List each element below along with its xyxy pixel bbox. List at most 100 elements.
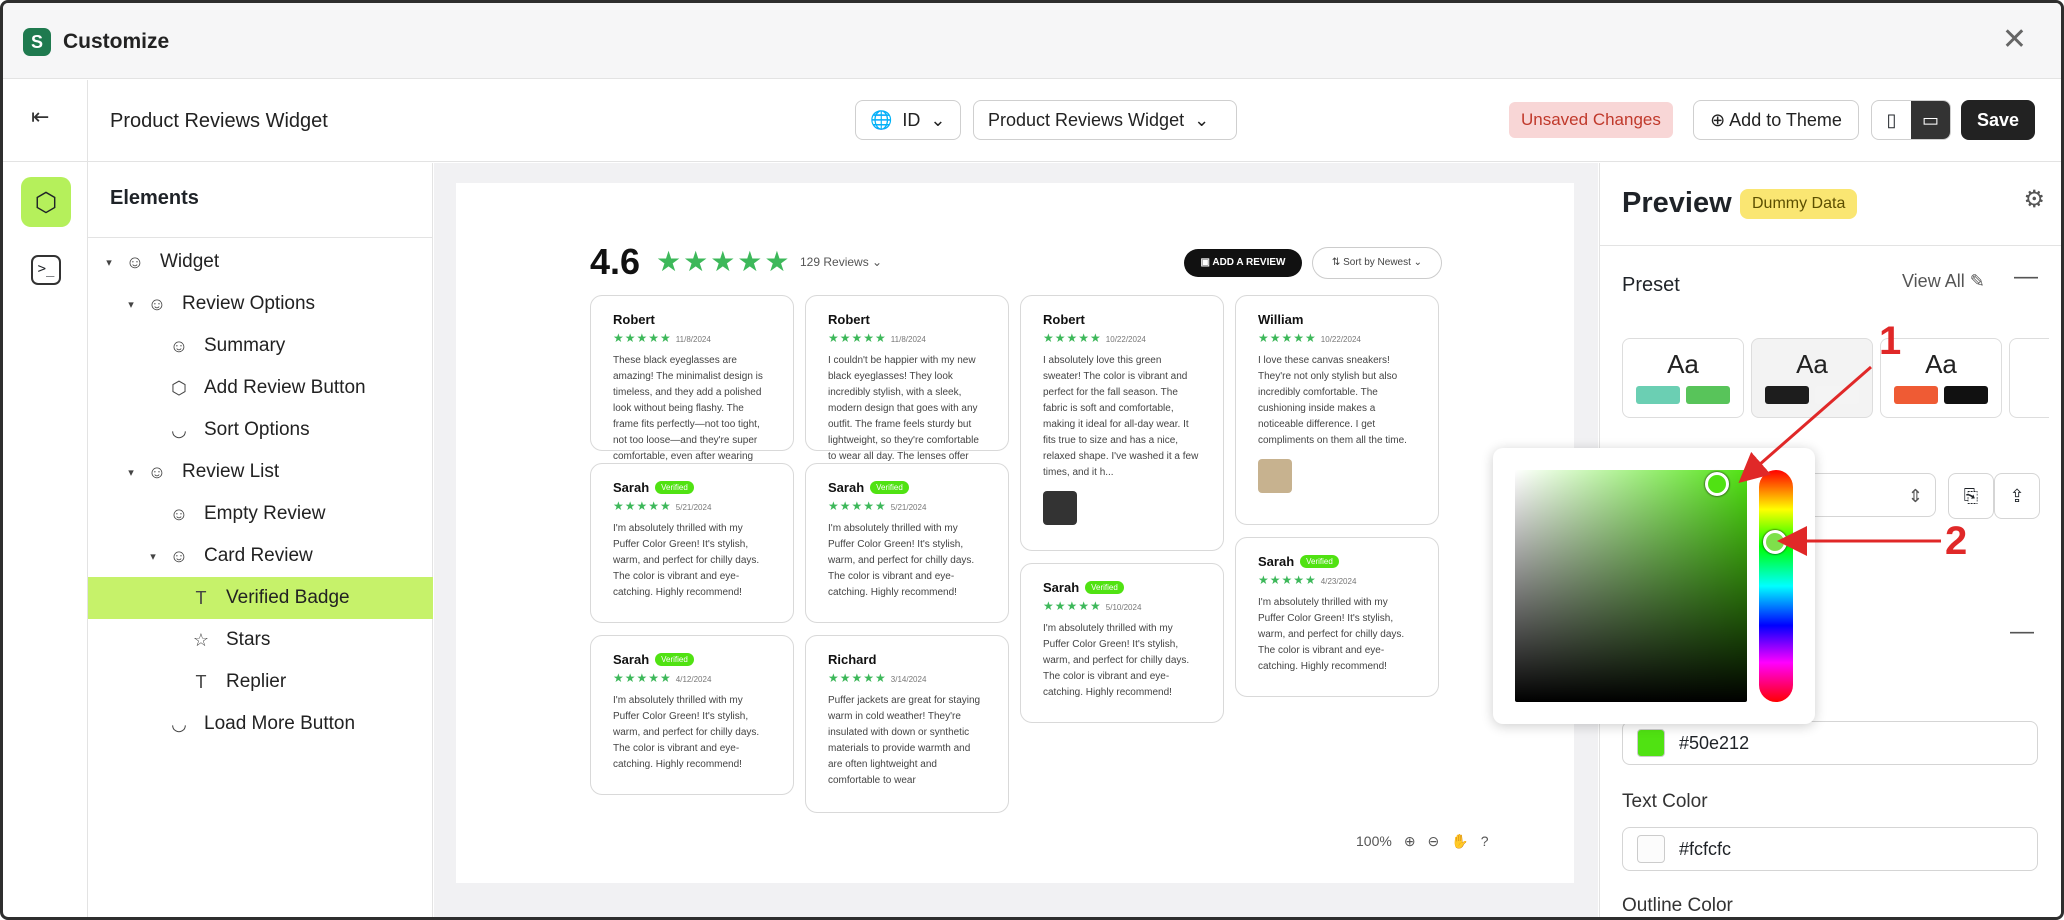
review-text: I'm absolutely thrilled with my Puffer C… bbox=[1043, 623, 1190, 698]
rating-stars: ★★★★★ bbox=[656, 246, 792, 277]
app-title: Customize bbox=[63, 30, 170, 53]
caret-icon[interactable]: ▾ bbox=[146, 550, 160, 563]
tree-item-card-review[interactable]: ▾ ☺ Card Review bbox=[88, 535, 433, 577]
reviewer-name: Sarah Verified bbox=[613, 652, 771, 667]
caret-icon[interactable]: ▾ bbox=[124, 466, 138, 479]
review-count-label: 129 Reviews bbox=[800, 255, 869, 269]
container-icon: ◡ bbox=[171, 714, 187, 734]
review-card: Robert ★★★★★ 11/8/2024 These black eyegla… bbox=[590, 295, 794, 478]
annotation-1: 1 bbox=[1879, 319, 1902, 363]
outline-color-label: Outline Color bbox=[1622, 895, 1733, 916]
device-toggle: ▯ ▭ bbox=[1871, 100, 1951, 140]
tree-label: Replier bbox=[226, 671, 287, 692]
language-select[interactable]: 🌐 ID ⌄ bbox=[855, 100, 961, 140]
review-date: 5/10/2024 bbox=[1105, 603, 1142, 612]
sort-select[interactable]: ⇅ Sort by Newest ⌄ bbox=[1312, 247, 1442, 279]
tree-item-review-list[interactable]: ▾ ☺ Review List bbox=[88, 451, 433, 493]
background-color-field[interactable]: #50e212 bbox=[1622, 721, 2038, 765]
elements-cube-icon[interactable]: ⬡ bbox=[21, 177, 71, 227]
review-text: Puffer jackets are great for staying war… bbox=[828, 695, 981, 786]
tree-label: Verified Badge bbox=[226, 587, 350, 608]
tree-item-widget[interactable]: ▾ ☺ Widget bbox=[88, 241, 433, 283]
tree-label: Card Review bbox=[204, 545, 313, 566]
widget-title: Product Reviews Widget bbox=[110, 110, 328, 132]
review-date: 4/12/2024 bbox=[675, 675, 712, 684]
review-count[interactable]: 129 Reviews ⌄ bbox=[800, 255, 882, 269]
tree-item-review-options[interactable]: ▾ ☺ Review Options bbox=[88, 283, 433, 325]
reviewer-name-text: Sarah bbox=[613, 652, 650, 667]
mobile-icon[interactable]: ▯ bbox=[1872, 101, 1911, 139]
widget-preview: 4.6 ★★★★★ 129 Reviews ⌄ ▣ ADD A REVIEW ⇅… bbox=[456, 183, 1574, 883]
tree-label: Widget bbox=[160, 251, 220, 272]
tree-label: Stars bbox=[226, 629, 271, 650]
review-text: I couldn't be happier with my new black … bbox=[828, 355, 979, 478]
hue-handle[interactable] bbox=[1763, 530, 1787, 554]
desktop-icon[interactable]: ▭ bbox=[1911, 101, 1950, 139]
review-card: Sarah Verified ★★★★★ 4/23/2024 I'm absolut… bbox=[1235, 537, 1439, 697]
preset-card[interactable] bbox=[2009, 338, 2049, 418]
saturation-handle[interactable] bbox=[1705, 472, 1729, 496]
reviewer-name: Robert bbox=[828, 312, 870, 327]
close-icon[interactable]: ✕ bbox=[2002, 25, 2027, 55]
star-icon: ☆ bbox=[192, 630, 210, 650]
hue-slider[interactable] bbox=[1759, 470, 1793, 702]
tree-item-add-review-button[interactable]: ⬡ Add Review Button bbox=[88, 367, 433, 409]
app-window: S Customize ✕ ⇤ Product Reviews Widget 🌐… bbox=[0, 0, 2064, 920]
zoom-out-icon[interactable]: ⊖ bbox=[1428, 833, 1440, 850]
saturation-area[interactable] bbox=[1515, 470, 1747, 702]
tree-label: Sort Options bbox=[204, 419, 310, 440]
caret-icon[interactable]: ▾ bbox=[102, 256, 116, 269]
widget-icon: ☺ bbox=[147, 294, 167, 314]
tree-item-empty-review[interactable]: ☺ Empty Review bbox=[88, 493, 433, 535]
tree-item-load-more-button[interactable]: ◡ Load More Button bbox=[88, 703, 433, 745]
add-review-button[interactable]: ▣ ADD A REVIEW bbox=[1184, 249, 1302, 277]
export-icon[interactable]: ⇪ bbox=[1994, 473, 2040, 519]
hand-icon[interactable]: ✋ bbox=[1451, 833, 1468, 850]
caret-icon[interactable]: ▾ bbox=[124, 298, 138, 311]
collapse-icon[interactable]: — bbox=[2010, 618, 2034, 646]
color-swatch[interactable] bbox=[1637, 835, 1665, 863]
tree-item-verified-badge[interactable]: T Verified Badge bbox=[88, 577, 433, 619]
tree-item-summary[interactable]: ☺ Summary bbox=[88, 325, 433, 367]
collapse-icon[interactable]: — bbox=[2014, 263, 2038, 291]
review-photo[interactable] bbox=[1258, 459, 1292, 493]
tree-item-replier[interactable]: T Replier bbox=[88, 661, 433, 703]
preset-card[interactable]: Aa bbox=[1751, 338, 1873, 418]
gear-icon[interactable]: ⚙ bbox=[2023, 185, 2045, 214]
color-hex-value: #50e212 bbox=[1679, 732, 1750, 753]
reviewer-name-text: Sarah bbox=[1258, 554, 1295, 569]
view-all-link[interactable]: View All ✎ bbox=[1902, 271, 1985, 292]
help-icon[interactable]: ? bbox=[1481, 833, 1489, 849]
review-stars: ★★★★★ 5/21/2024 bbox=[828, 499, 927, 513]
review-stars: ★★★★★ 3/14/2024 bbox=[828, 671, 927, 685]
canvas-area: 4.6 ★★★★★ 129 Reviews ⌄ ▣ ADD A REVIEW ⇅… bbox=[434, 163, 1598, 917]
tree-label: Review Options bbox=[182, 293, 316, 314]
color-hex-value: #fcfcfc bbox=[1679, 838, 1732, 859]
add-review-label: ADD A REVIEW bbox=[1212, 257, 1286, 268]
view-all-label: View All bbox=[1902, 271, 1965, 291]
add-to-theme-button[interactable]: ⊕ Add to Theme bbox=[1693, 100, 1859, 140]
import-icon[interactable]: ⎘ bbox=[1948, 473, 1994, 519]
average-rating: 4.6 bbox=[590, 241, 641, 282]
save-button[interactable]: Save bbox=[1961, 100, 2035, 140]
tree-item-stars[interactable]: ☆ Stars bbox=[88, 619, 433, 661]
reviewer-name: Sarah Verified bbox=[613, 480, 771, 495]
preset-card[interactable]: Aa bbox=[1622, 338, 1744, 418]
review-date: 10/22/2024 bbox=[1320, 335, 1361, 344]
preset-sample: Aa bbox=[1796, 349, 1828, 379]
verified-badge: Verified bbox=[1300, 555, 1339, 568]
tree-item-sort-options[interactable]: ◡ Sort Options bbox=[88, 409, 433, 451]
exit-icon[interactable]: ⇤ bbox=[31, 104, 49, 130]
code-icon[interactable]: >_ bbox=[31, 255, 61, 285]
text-color-field[interactable]: #fcfcfc bbox=[1622, 827, 2038, 871]
color-swatch[interactable] bbox=[1637, 729, 1665, 757]
zoom-in-icon[interactable]: ⊕ bbox=[1404, 833, 1416, 850]
review-photo[interactable] bbox=[1043, 491, 1077, 525]
reviewer-name: Sarah Verified bbox=[1258, 554, 1416, 569]
reviewer-name-text: Sarah bbox=[828, 480, 865, 495]
widget-select[interactable]: Product Reviews Widget ⌄ bbox=[973, 100, 1237, 140]
review-card: Sarah Verified ★★★★★ 5/21/2024 I'm absolut… bbox=[590, 463, 794, 623]
widget-icon: ☺ bbox=[169, 546, 189, 566]
review-date: 11/8/2024 bbox=[890, 335, 926, 344]
title-bar: S Customize ✕ bbox=[3, 3, 2061, 79]
